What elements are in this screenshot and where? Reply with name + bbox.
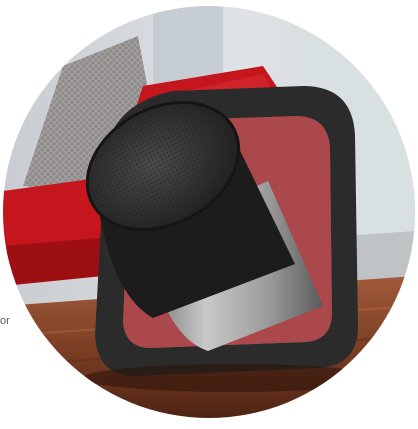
speaker-photo <box>3 6 415 418</box>
cropped-text-fragment: or <box>0 315 10 327</box>
